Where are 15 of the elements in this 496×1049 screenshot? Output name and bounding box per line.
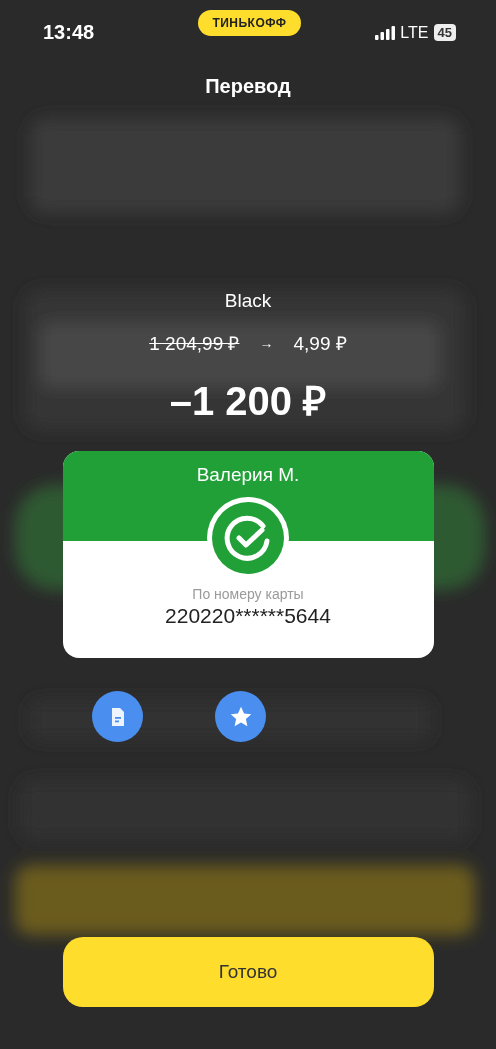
transfer-method: По номеру карты [192, 586, 304, 602]
done-button[interactable]: Готово [62, 937, 434, 1007]
signal-icon [375, 25, 396, 40]
recipient-name: Валерия М. [196, 464, 300, 486]
status-time: 13:48 [43, 21, 96, 44]
account-name: Black [224, 290, 272, 312]
screen-title: Перевод [205, 75, 291, 98]
old-balance: 1 204,99 ₽ [149, 332, 240, 356]
card-number: 220220******5644 [165, 604, 331, 628]
transfer-amount: –1 200 ₽ [169, 378, 327, 425]
network-label: LTE [400, 23, 429, 42]
battery-level: 45 [433, 24, 456, 41]
bank-badge: ТИНЬКОФФ [198, 9, 301, 36]
new-balance: 4,99 ₽ [293, 332, 347, 356]
arrow-icon: → [259, 335, 274, 351]
